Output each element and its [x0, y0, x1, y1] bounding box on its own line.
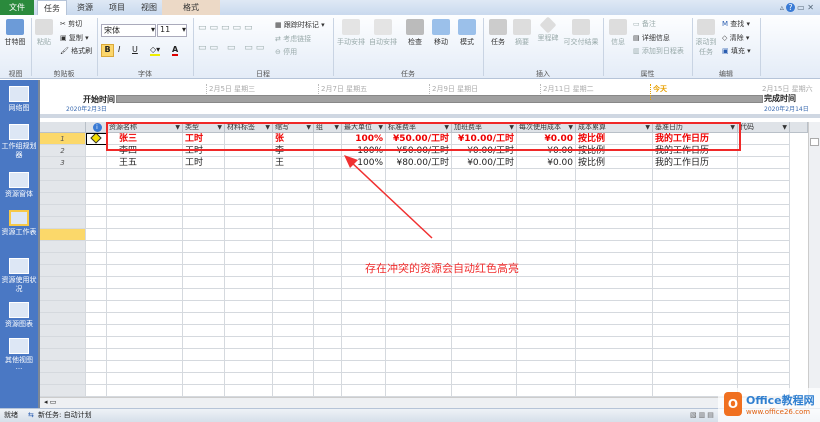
- highlight-box: [106, 122, 741, 151]
- annotation-overlay: [106, 122, 741, 239]
- watermark-logo: O Office教程网 www.office26.com: [718, 388, 820, 422]
- annotation-arrow: [349, 160, 433, 239]
- new-task-icon: ⇆: [28, 411, 34, 419]
- watermark-brand: Office教程网: [746, 394, 815, 407]
- status-ready: 就绪: [4, 411, 18, 419]
- new-task-mode[interactable]: 新任务: 自动计划: [38, 409, 92, 422]
- watermark-url: www.office26.com: [746, 408, 811, 416]
- view-shortcuts-icon[interactable]: ▧▥▤: [690, 409, 716, 422]
- status-bar: 就绪 ⇆ 新任务: 自动计划 ▧▥▤: [0, 408, 820, 422]
- annotation-text: 存在冲突的资源会自动红色高亮: [365, 262, 519, 275]
